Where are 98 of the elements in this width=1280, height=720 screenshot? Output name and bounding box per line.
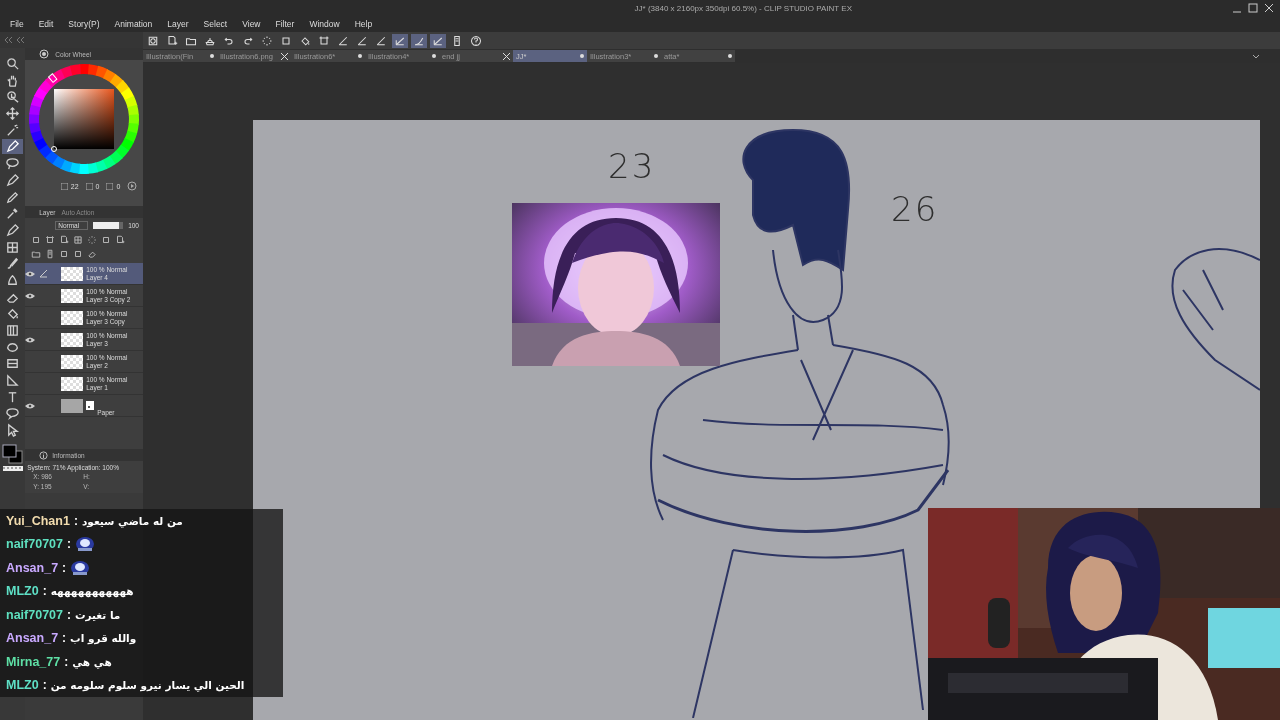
chat-separator: : — [62, 560, 67, 575]
layer-thumbnail — [61, 288, 84, 303]
toolbar-button[interactable] — [468, 33, 484, 48]
channel-icon — [106, 182, 114, 190]
chat-separator: : — [73, 513, 78, 528]
color-chips-icon[interactable] — [1, 443, 24, 464]
menu-item[interactable]: View — [242, 19, 261, 29]
toolbar-button[interactable] — [392, 33, 408, 48]
sketch-number: 26 — [891, 189, 939, 229]
toolbar-button[interactable] — [411, 33, 427, 48]
info-icon — [39, 450, 49, 460]
emote-icon — [75, 536, 95, 553]
layer-tool-icon[interactable] — [115, 235, 126, 245]
window-title: JJ* (3840 x 2160px 350dpi 60.5%) - CLIP STUDIO PAINT EX — [634, 3, 852, 13]
eye-icon[interactable] — [25, 270, 36, 277]
layer-thumbnail — [61, 398, 84, 413]
chat-username: Mirna_77 — [6, 654, 61, 669]
unsaved-dot-icon — [580, 54, 584, 58]
unsaved-dot-icon — [728, 54, 732, 58]
chat-username: naif70707 — [6, 607, 63, 622]
chat-message: من له ماضي سيعود — [81, 514, 183, 527]
chat-separator: : — [62, 631, 67, 646]
menu-item[interactable]: Help — [354, 19, 373, 29]
layer-thumbnail — [61, 310, 84, 325]
paper-icon — [86, 401, 95, 410]
unsaved-dot-icon — [432, 54, 436, 58]
chat-username: Yui_Chan1 — [6, 513, 70, 528]
close-icon[interactable] — [1264, 3, 1274, 13]
maximize-icon[interactable] — [1248, 3, 1258, 13]
layer-tool-icon[interactable] — [73, 249, 84, 259]
chat-username: MLZ0 — [6, 584, 39, 599]
layer-tool-icon[interactable] — [59, 235, 70, 245]
unsaved-dot-icon — [654, 54, 658, 58]
menu-item[interactable]: Select — [203, 19, 228, 29]
chevron-down-icon[interactable] — [1252, 53, 1260, 59]
transform-icon — [318, 34, 330, 47]
close-icon[interactable] — [281, 52, 288, 60]
channel-icon — [60, 182, 68, 190]
close-icon[interactable] — [503, 52, 510, 60]
emote-icon — [70, 559, 91, 576]
eye-icon[interactable] — [25, 292, 36, 299]
new-icon — [166, 34, 178, 47]
layer-thumbnail — [61, 376, 84, 391]
layer-tool-icon[interactable] — [87, 249, 98, 259]
unsaved-dot-icon — [358, 54, 362, 58]
chat-message: والله قرو اب — [70, 632, 137, 645]
menu-item[interactable]: Filter — [275, 19, 295, 29]
menu-item[interactable]: Layer — [167, 19, 189, 29]
layer-tool-icon[interactable] — [87, 235, 98, 245]
help-icon — [470, 34, 482, 47]
pen-icon — [38, 269, 48, 278]
layer-tool-icon[interactable] — [45, 235, 56, 245]
chat-message: ما تغيرت — [75, 608, 121, 621]
chat-username: MLZ0 — [6, 678, 39, 693]
app-icon — [147, 34, 159, 47]
snap-icon — [337, 34, 349, 47]
clear-icon — [280, 34, 292, 47]
sketch-number: 23 — [608, 146, 656, 186]
chat-message: هي هي — [72, 655, 112, 668]
tool-button[interactable] — [2, 139, 24, 155]
layer-tool-icon[interactable] — [73, 235, 84, 245]
chat-username: Ansan_7 — [6, 631, 59, 646]
menu-item[interactable]: Window — [309, 19, 340, 29]
chat-message: الحين الي يسار نيرو سلوم سلومه من — [50, 679, 245, 692]
layer-tool-icon[interactable] — [45, 249, 56, 259]
chat-message: هههههههههههه — [50, 585, 134, 598]
eye-icon[interactable] — [25, 336, 36, 343]
layer-tool-icon[interactable] — [31, 249, 42, 259]
play-icon[interactable] — [127, 181, 138, 191]
chat-separator: : — [42, 678, 47, 693]
snap-icon — [356, 34, 368, 47]
chat-username: naif70707 — [6, 537, 63, 552]
transparent-color-icon[interactable] — [2, 465, 23, 471]
layer-thumbnail — [61, 354, 84, 369]
layer-thumbnail — [61, 266, 84, 281]
eye-icon[interactable] — [25, 402, 36, 409]
menu-item[interactable]: File — [10, 19, 24, 29]
opacity-slider[interactable] — [93, 222, 124, 229]
menu-item[interactable]: Animation — [114, 19, 153, 29]
menu-item[interactable]: Story(P) — [68, 19, 100, 29]
chat-separator: : — [67, 607, 71, 622]
chat-separator: : — [64, 654, 69, 669]
color-wheel-icon — [39, 49, 50, 59]
toolbar-button[interactable] — [430, 33, 446, 48]
unsaved-dot-icon — [210, 54, 214, 58]
spinner-icon — [261, 34, 273, 47]
chat-separator: : — [67, 537, 71, 552]
layer-thumbnail — [61, 332, 84, 347]
device-icon — [451, 34, 463, 47]
snap-icon — [375, 34, 387, 47]
chat-separator: : — [42, 584, 47, 599]
chat-username: Ansan_7 — [6, 560, 59, 575]
layer-tool-icon[interactable] — [31, 235, 42, 245]
channel-icon — [85, 182, 93, 190]
layer-tool-icon[interactable] — [101, 235, 112, 245]
layer-tool-icon[interactable] — [59, 249, 70, 259]
color-wheel[interactable] — [28, 63, 141, 175]
menu-item[interactable]: Edit — [38, 19, 54, 29]
